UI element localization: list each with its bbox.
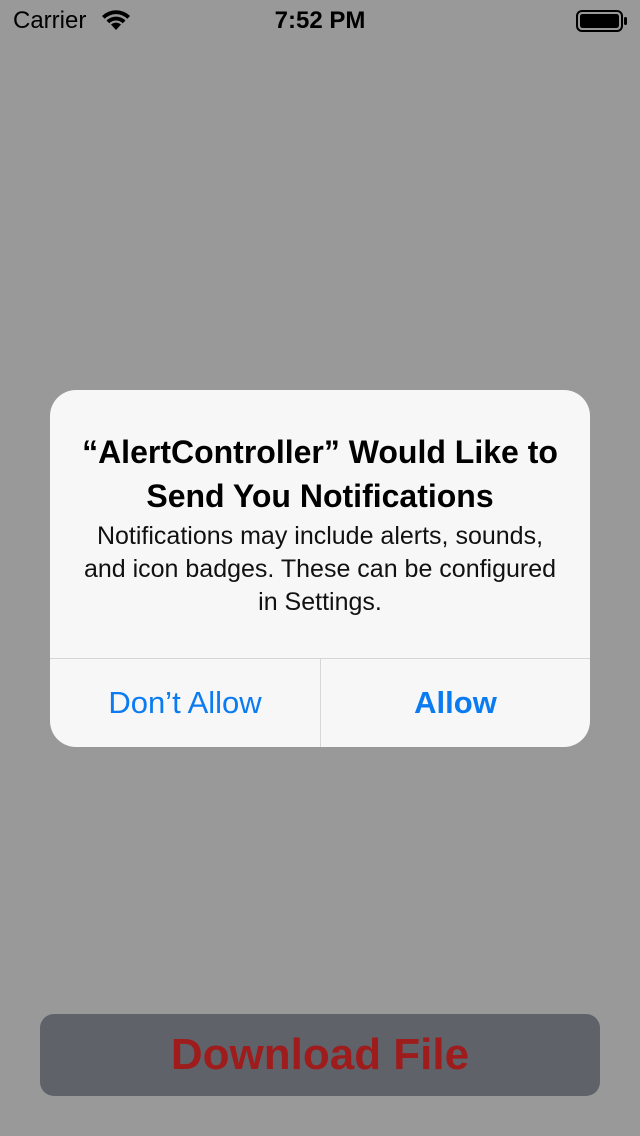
alert-message: Notifications may include alerts, sounds… xyxy=(83,522,557,616)
dont-allow-button[interactable]: Don’t Allow xyxy=(50,659,320,747)
alert-title: “AlertController” Would Like to Send You… xyxy=(82,434,558,514)
status-time: 7:52 PM xyxy=(274,7,366,34)
allow-button[interactable]: Allow xyxy=(321,659,590,747)
notification-permission-alert: “AlertController” Would Like to Send You… xyxy=(50,390,590,747)
battery-icon xyxy=(576,10,628,32)
download-file-button[interactable]: Download File xyxy=(40,1014,600,1096)
status-bar: Carrier 7:52 PM xyxy=(0,0,640,40)
